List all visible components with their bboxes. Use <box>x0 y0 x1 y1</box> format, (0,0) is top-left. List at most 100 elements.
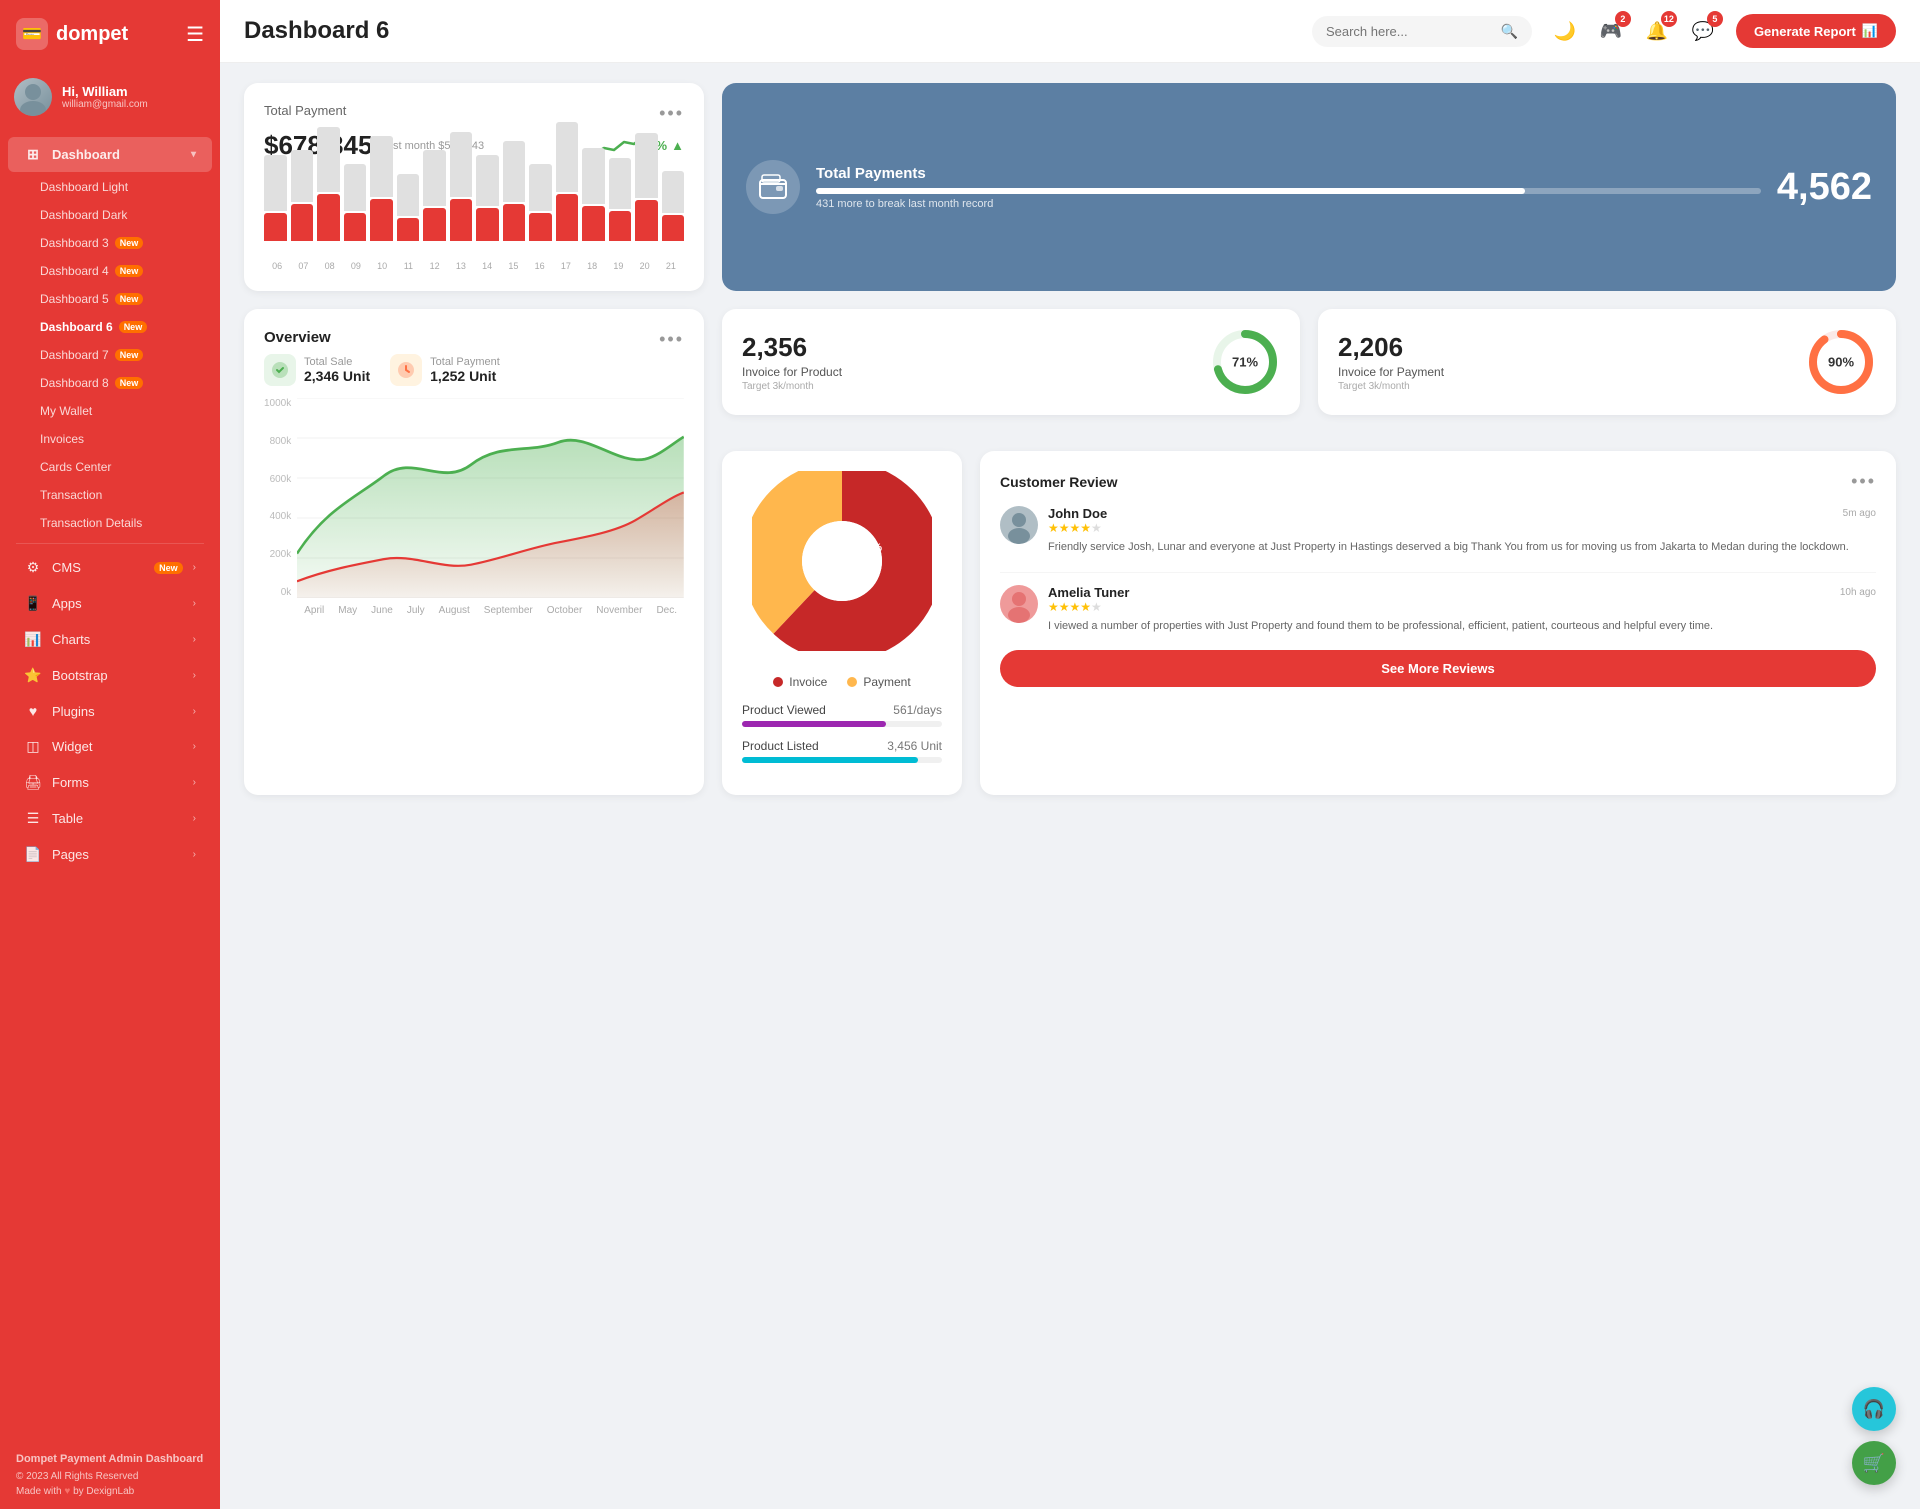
wallet-icon <box>746 160 800 214</box>
sidebar-item-dashboard-dark[interactable]: Dashboard Dark <box>8 201 212 229</box>
overview-more-icon[interactable]: ••• <box>659 329 684 350</box>
support-fab-button[interactable]: 🎧 <box>1852 1387 1896 1431</box>
sub-item-label: Dashboard 3 <box>40 236 109 250</box>
bar-label: 19 <box>607 261 629 271</box>
total-payment-legend-label: Total Payment <box>430 356 500 368</box>
chat-btn[interactable]: 💬 5 <box>1686 14 1720 48</box>
sidebar-item-dashboard-light[interactable]: Dashboard Light <box>8 173 212 201</box>
sidebar-item-bootstrap[interactable]: ⭐ Bootstrap › <box>8 658 212 693</box>
svg-text:62%: 62% <box>820 554 846 569</box>
cart-fab-button[interactable]: 🛒 <box>1852 1441 1896 1485</box>
notification-badge: 12 <box>1661 11 1677 27</box>
bar-group <box>662 171 685 241</box>
sidebar-item-my-wallet[interactable]: My Wallet <box>8 397 212 425</box>
controller-badge: 2 <box>1615 11 1631 27</box>
sub-item-label: Cards Center <box>40 460 111 474</box>
total-payments-blue-card: Total Payments 431 more to break last mo… <box>722 83 1896 291</box>
see-more-reviews-button[interactable]: See More Reviews <box>1000 650 1876 687</box>
sidebar-item-transaction[interactable]: Transaction <box>8 481 212 509</box>
badge-new: New <box>154 562 183 574</box>
bar-red <box>503 204 526 241</box>
review-2-content: Amelia Tuner 10h ago ★★★★★ I viewed a nu… <box>1048 585 1876 635</box>
bar-label: 08 <box>319 261 341 271</box>
chevron-right-icon: › <box>193 598 196 609</box>
bar-group <box>529 164 552 241</box>
sidebar-item-apps[interactable]: 📱 Apps › <box>8 586 212 621</box>
sidebar-item-cards-center[interactable]: Cards Center <box>8 453 212 481</box>
avatar-img <box>14 78 52 116</box>
sidebar-item-invoices[interactable]: Invoices <box>8 425 212 453</box>
user-profile: Hi, William william@gmail.com <box>0 68 220 130</box>
sidebar-item-charts[interactable]: 📊 Charts › <box>8 622 212 657</box>
sidebar-item-cms[interactable]: ⚙ CMS New › <box>8 550 212 585</box>
dashboard-label: Dashboard <box>52 147 181 162</box>
generate-report-button[interactable]: Generate Report 📊 <box>1736 14 1896 48</box>
bar-group <box>450 132 473 241</box>
sidebar-item-dashboard-3[interactable]: Dashboard 3 New <box>8 229 212 257</box>
sidebar-item-transaction-details[interactable]: Transaction Details <box>8 509 212 537</box>
sidebar-item-dashboard-4[interactable]: Dashboard 4 New <box>8 257 212 285</box>
sidebar-item-dashboard-5[interactable]: Dashboard 5 New <box>8 285 212 313</box>
bar-red <box>662 215 685 241</box>
reviewer-1-name: John Doe <box>1048 506 1107 521</box>
bootstrap-label: Bootstrap <box>52 668 183 683</box>
plugins-icon: ♥ <box>24 703 42 719</box>
sidebar-item-pages[interactable]: 📄 Pages › <box>8 837 212 872</box>
sidebar-item-dashboard-8[interactable]: Dashboard 8 New <box>8 369 212 397</box>
bar-chart-wrapper: 06070809101112131415161718192021 <box>264 171 684 271</box>
chevron-right-icon: › <box>193 813 196 824</box>
bar-group <box>291 150 314 241</box>
bar-group <box>582 148 605 241</box>
donut-pct: 90% <box>1828 355 1854 370</box>
sub-item-label: Dashboard Dark <box>40 208 127 222</box>
total-payments-info: Total Payments 431 more to break last mo… <box>816 165 1761 210</box>
bar-gray <box>317 127 340 192</box>
controller-btn[interactable]: 🎮 2 <box>1594 14 1628 48</box>
row1: Total Payment ••• $678,345 last month $5… <box>244 83 1896 291</box>
chevron-down-icon: ▾ <box>191 149 196 160</box>
reviewer-1-time: 5m ago <box>1843 508 1876 519</box>
pie-legend-invoice: Invoice <box>773 675 827 689</box>
user-email: william@gmail.com <box>62 99 148 110</box>
main-content: Dashboard 6 🔍 🌙 🎮 2 🔔 12 💬 5 Generate R <box>220 0 1920 1509</box>
sidebar-item-dashboard-6[interactable]: Dashboard 6 New <box>8 313 212 341</box>
reviewer-2-stars: ★★★★★ <box>1048 600 1876 614</box>
hamburger-icon[interactable]: ☰ <box>186 22 204 47</box>
pie-legend: Invoice Payment <box>773 675 910 689</box>
bar-gray <box>529 164 552 211</box>
area-chart-svg-container: AprilMayJuneJulyAugustSeptemberOctoberNo… <box>297 398 684 618</box>
total-payments-progress-bar <box>816 188 1761 194</box>
bar-gray <box>450 132 473 197</box>
sidebar-item-dashboard[interactable]: ⊞ Dashboard ▾ <box>8 137 212 172</box>
invoice-payment-card: 2,206 Invoice for Payment Target 3k/mont… <box>1318 309 1896 415</box>
more-options-icon[interactable]: ••• <box>659 103 684 124</box>
total-payments-sub: 431 more to break last month record <box>816 198 1761 210</box>
chat-badge: 5 <box>1707 11 1723 27</box>
bar-gray <box>662 171 685 213</box>
sub-item-label: Dashboard 4 <box>40 264 109 278</box>
sidebar-item-table[interactable]: ☰ Table › <box>8 801 212 836</box>
review-more-icon[interactable]: ••• <box>1851 471 1876 492</box>
bar-red <box>450 199 473 241</box>
reviewer-2-name: Amelia Tuner <box>1048 585 1129 600</box>
bar-chart <box>264 171 684 261</box>
sidebar-item-plugins[interactable]: ♥ Plugins › <box>8 694 212 728</box>
app-logo: 💳 dompet <box>16 18 128 50</box>
footer-made: Made with ♥ by DexignLab <box>16 1484 204 1499</box>
x-axis-labels: AprilMayJuneJulyAugustSeptemberOctoberNo… <box>297 605 684 616</box>
moon-icon: 🌙 <box>1554 21 1576 42</box>
topbar: Dashboard 6 🔍 🌙 🎮 2 🔔 12 💬 5 Generate R <box>220 0 1920 63</box>
headset-icon: 🎧 <box>1863 1399 1885 1420</box>
bar-red <box>423 208 446 241</box>
sidebar-item-forms[interactable]: 🖨 Forms › <box>8 765 212 800</box>
product-viewed-label: Product Viewed <box>742 703 826 717</box>
sidebar-item-dashboard-7[interactable]: Dashboard 7 New <box>8 341 212 369</box>
sub-item-label: Dashboard 5 <box>40 292 109 306</box>
bar-group <box>476 155 499 241</box>
dark-mode-toggle[interactable]: 🌙 <box>1548 14 1582 48</box>
search-input[interactable] <box>1326 24 1493 39</box>
pages-icon: 📄 <box>24 846 42 863</box>
bar-red <box>635 200 658 241</box>
sidebar-item-widget[interactable]: ◫ Widget › <box>8 729 212 764</box>
notification-btn[interactable]: 🔔 12 <box>1640 14 1674 48</box>
